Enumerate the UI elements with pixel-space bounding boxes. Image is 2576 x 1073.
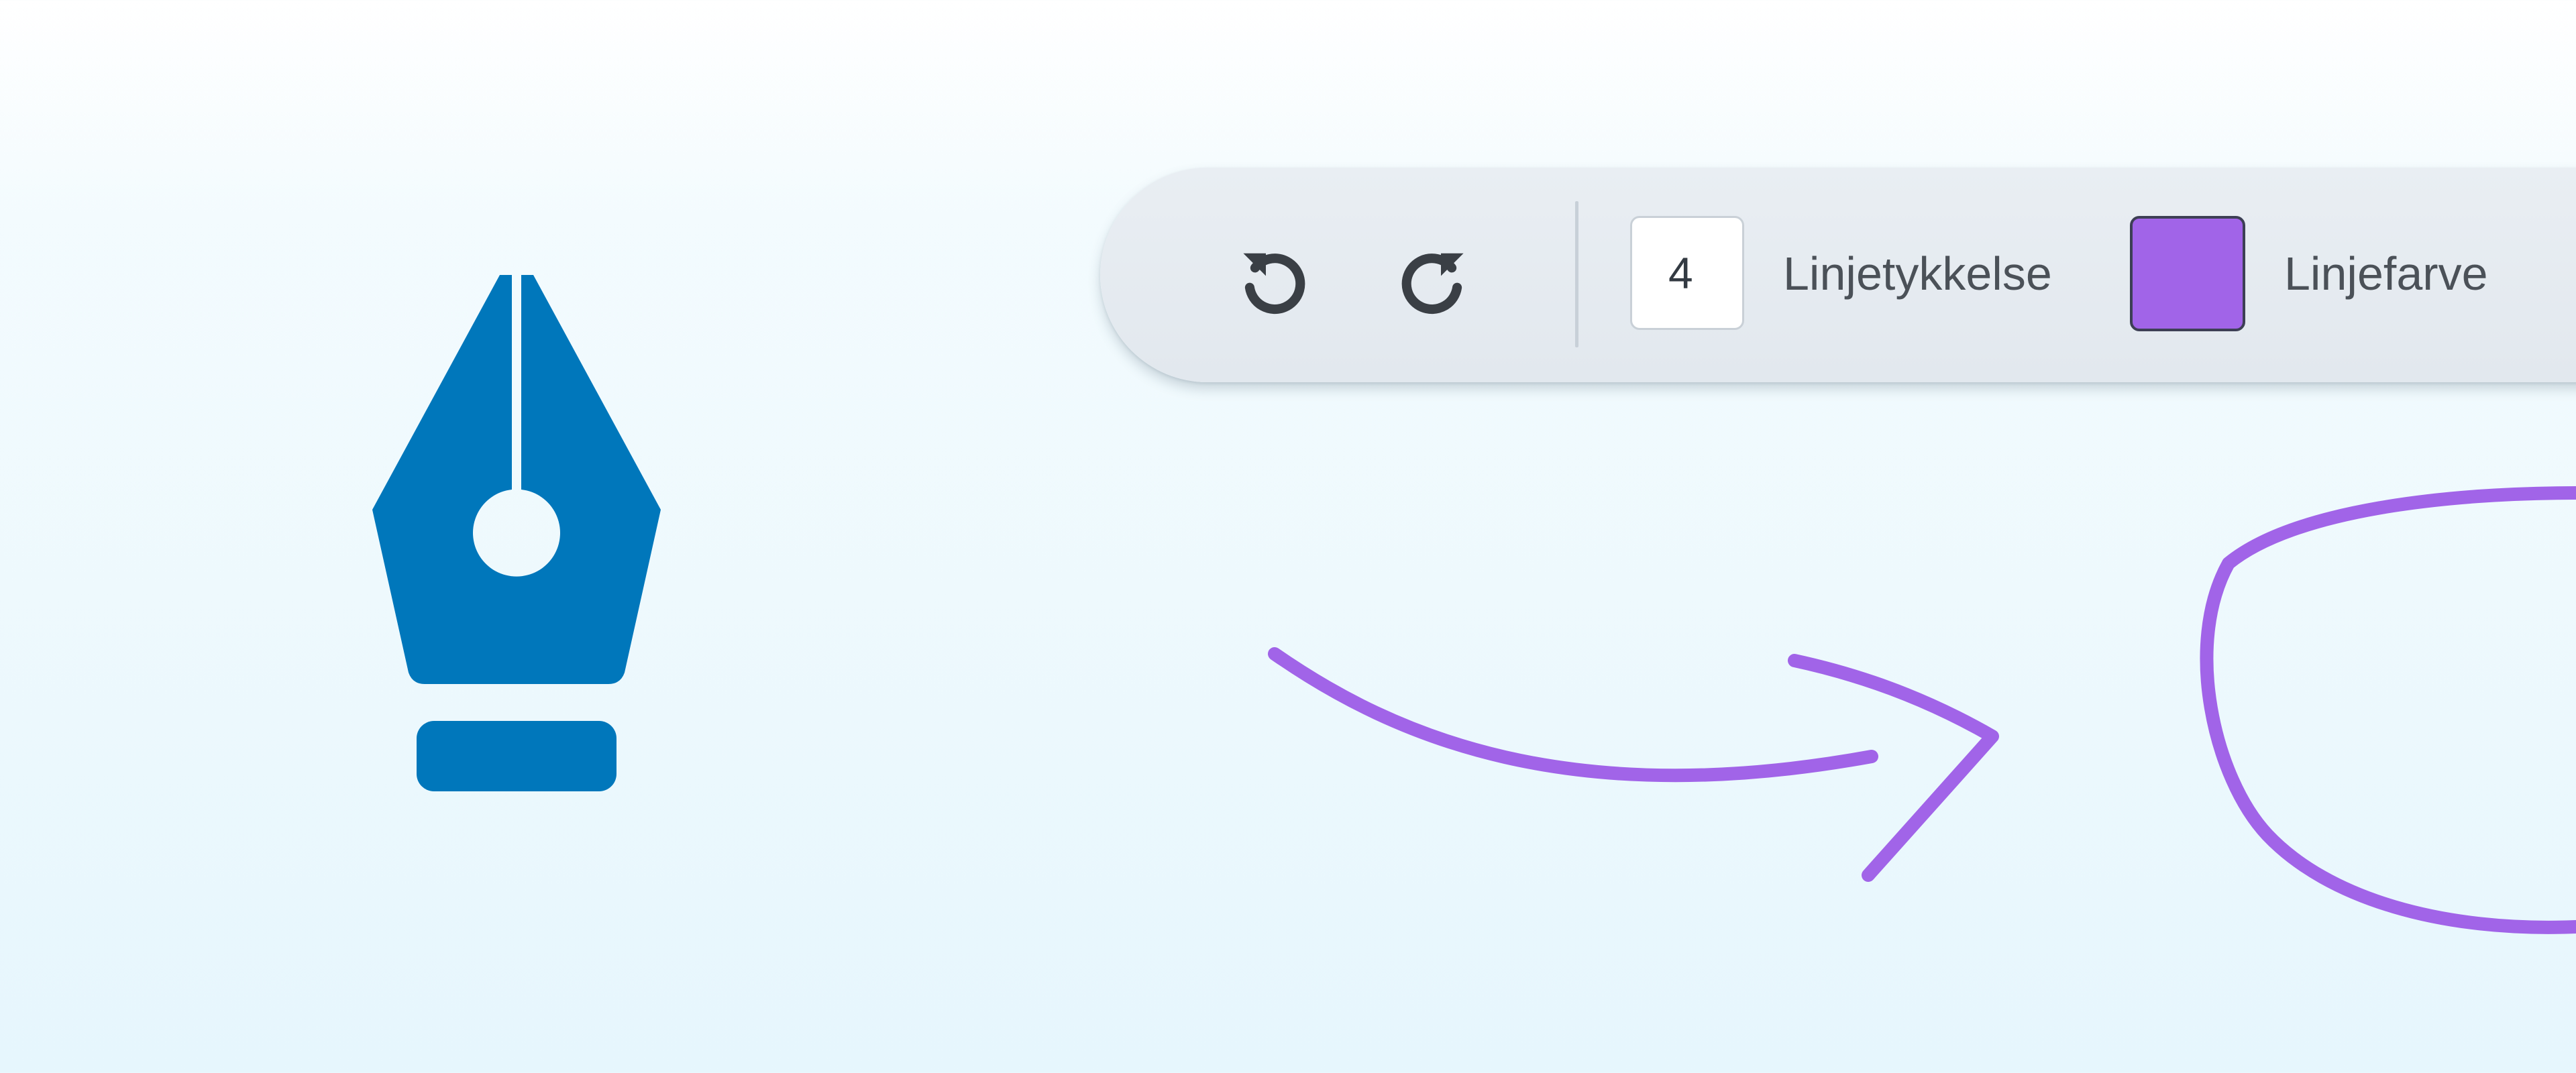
toolbar-divider [1575, 201, 1578, 347]
line-color-swatch[interactable] [2130, 216, 2245, 331]
redo-button[interactable] [1382, 231, 1483, 332]
line-width-input[interactable] [1630, 216, 1744, 330]
line-color-label: Linjefarve [2284, 247, 2488, 300]
undo-icon [1243, 253, 1305, 315]
drawing-toolbar: Linjetykkelse Linjefarve [1100, 168, 2576, 382]
drawing-canvas[interactable] [0, 402, 2576, 1073]
redo-icon [1401, 253, 1464, 315]
undo-button[interactable] [1224, 231, 1325, 332]
arrow-stroke-shaft [1268, 647, 1878, 783]
line-width-label: Linjetykkelse [1783, 247, 2052, 300]
loop-stroke [2200, 486, 2576, 934]
